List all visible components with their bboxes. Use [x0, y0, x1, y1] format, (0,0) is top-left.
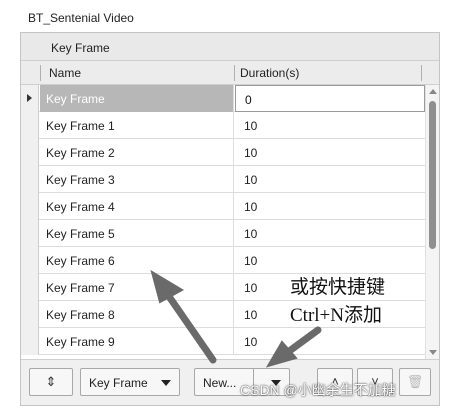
row-name-cell[interactable]: Key Frame 1 — [40, 112, 234, 139]
type-select[interactable]: Key Frame — [80, 368, 180, 396]
swap-button[interactable]: ⇕ — [29, 368, 73, 396]
row-name-cell[interactable]: Key Frame 8 — [40, 301, 234, 328]
row-duration-cell[interactable]: 10 — [235, 166, 425, 193]
row-name-cell[interactable]: Key Frame 6 — [40, 247, 234, 274]
type-select-value: Key Frame — [89, 376, 148, 390]
key-frame-panel: Key Frame Name Duration(s) Key Frame 0 Key… — [20, 32, 440, 406]
row-indicator[interactable] — [21, 85, 39, 112]
row-duration-cell[interactable]: 10 — [235, 220, 425, 247]
new-button-label: New... — [203, 376, 237, 390]
row-duration-cell[interactable]: 10 — [235, 247, 425, 274]
panel-title: BT_Sentenial Video — [28, 11, 134, 25]
scroll-up-icon[interactable] — [429, 89, 437, 94]
column-separator — [40, 65, 41, 81]
row-name-cell[interactable]: Key Frame 9 — [40, 328, 234, 355]
row-name-cell[interactable]: Key Frame — [40, 85, 234, 112]
trash-icon: 🗑 — [406, 374, 424, 389]
column-header-name[interactable]: Name — [49, 66, 81, 80]
table-header: Name Duration(s) — [21, 61, 439, 85]
group-header-label: Key Frame — [51, 41, 110, 55]
row-indicator[interactable] — [21, 166, 39, 193]
annotation-line-2: Ctrl+N添加 — [290, 305, 382, 326]
row-indicator[interactable] — [21, 220, 39, 247]
scrollbar-thumb[interactable] — [429, 101, 436, 249]
row-indicator[interactable] — [21, 139, 39, 166]
dropdown-arrow-icon — [161, 380, 171, 386]
row-duration-cell[interactable]: 10 — [235, 193, 425, 220]
delete-button[interactable]: 🗑 — [399, 368, 431, 396]
table-row[interactable]: Key Frame 4 10 — [21, 193, 425, 220]
row-name-cell[interactable]: Key Frame 3 — [40, 166, 234, 193]
annotation-line-1: 或按快捷键 — [290, 277, 386, 298]
table-row[interactable]: Key Frame 5 10 — [21, 220, 425, 247]
table-row[interactable]: Key Frame 0 — [21, 85, 425, 112]
watermark: CSDN @小幽余生不加糖 — [240, 382, 396, 398]
row-indicator[interactable] — [21, 301, 39, 328]
table-row[interactable]: Key Frame 3 10 — [21, 166, 425, 193]
column-separator[interactable] — [421, 65, 422, 81]
row-duration-cell[interactable]: 10 — [235, 112, 425, 139]
row-name-cell[interactable]: Key Frame 2 — [40, 139, 234, 166]
scroll-down-icon[interactable] — [429, 350, 437, 355]
row-indicator[interactable] — [21, 274, 39, 301]
row-name-cell[interactable]: Key Frame 4 — [40, 193, 234, 220]
table-row[interactable]: Key Frame 1 10 — [21, 112, 425, 139]
row-duration-cell[interactable]: 10 — [235, 139, 425, 166]
table-row[interactable]: Key Frame 2 10 — [21, 139, 425, 166]
swap-vertical-icon: ⇕ — [45, 374, 57, 389]
vertical-scrollbar[interactable] — [425, 85, 439, 359]
current-row-caret-icon — [27, 94, 32, 102]
row-name-cell[interactable]: Key Frame 5 — [40, 220, 234, 247]
column-header-duration[interactable]: Duration(s) — [240, 66, 299, 80]
row-indicator[interactable] — [21, 328, 39, 355]
row-duration-cell[interactable]: 0 — [235, 85, 425, 112]
row-indicator[interactable] — [21, 247, 39, 274]
group-header: Key Frame — [21, 33, 439, 61]
column-separator[interactable] — [234, 65, 235, 81]
table-row[interactable]: Key Frame 9 10 — [21, 328, 425, 355]
row-indicator[interactable] — [21, 193, 39, 220]
row-name-cell[interactable]: Key Frame 7 — [40, 274, 234, 301]
table-row[interactable]: Key Frame 6 10 — [21, 247, 425, 274]
row-indicator[interactable] — [21, 112, 39, 139]
row-duration-cell[interactable]: 10 — [235, 328, 425, 355]
